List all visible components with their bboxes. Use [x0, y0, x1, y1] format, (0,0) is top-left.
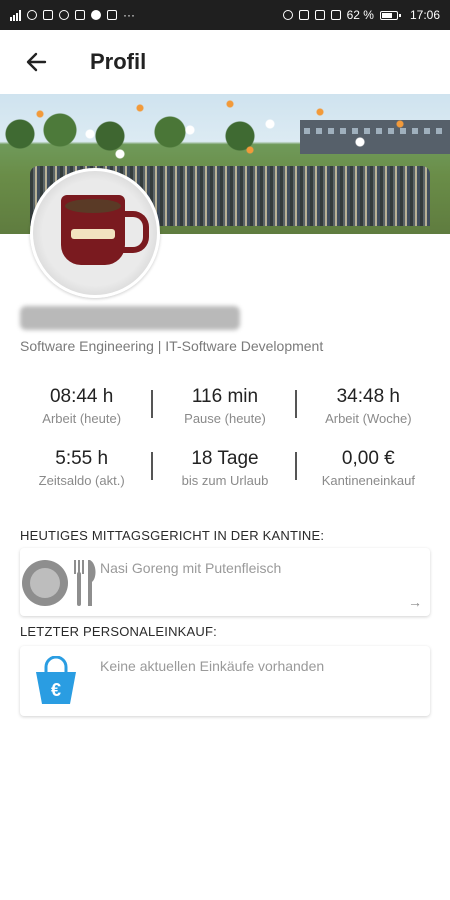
- cutlery-icon: [74, 560, 96, 606]
- hourglass-icon: [43, 10, 53, 20]
- stat-zeitsaldo: 5:55 h Zeitsaldo (akt.): [10, 448, 154, 488]
- stat-label: Zeitsaldo (akt.): [38, 473, 125, 488]
- vibrate-icon: [330, 10, 341, 20]
- svg-text:€: €: [51, 680, 61, 700]
- stat-value: 0,00 €: [341, 448, 395, 469]
- stat-value: 18 Tage: [191, 448, 259, 469]
- shopping-card[interactable]: € Keine aktuellen Einkäufe vorhanden: [20, 646, 430, 716]
- stat-label: Arbeit (Woche): [325, 411, 412, 426]
- arrow-right-icon: →: [408, 594, 422, 610]
- stat-value: 34:48 h: [336, 386, 401, 407]
- stat-value: 5:55 h: [55, 448, 109, 469]
- nfc-icon: [298, 10, 309, 20]
- battery-icon: [379, 10, 401, 20]
- app-bar: Profil: [0, 30, 450, 94]
- wifi-icon: [27, 10, 37, 20]
- plate-icon: [22, 560, 68, 606]
- status-icons-right: 62 % 17:06: [282, 8, 440, 22]
- lunch-section-title: HEUTIGES MITTAGSGERICHT IN DER KANTINE:: [20, 528, 325, 543]
- page-title: Profil: [90, 49, 147, 74]
- bluetooth-icon: [314, 10, 325, 20]
- arrow-left-icon: [26, 52, 47, 72]
- stat-arbeit-heute: 08:44 h Arbeit (heute): [10, 386, 154, 426]
- shopping-bag-euro-icon: €: [36, 656, 76, 704]
- stat-arbeit-woche: 34:48 h Arbeit (Woche): [297, 386, 440, 426]
- avatar[interactable]: [30, 168, 160, 298]
- lunch-dish: Nasi Goreng mit Putenfleisch: [100, 560, 282, 576]
- stat-urlaub: 18 Tage bis zum Urlaub: [153, 448, 297, 488]
- stat-label: Pause (heute): [184, 411, 266, 426]
- clock: 17:06: [409, 8, 440, 22]
- stat-value: 08:44 h: [49, 386, 114, 407]
- status-icons-left: ···: [10, 8, 135, 22]
- shopping-section-title: LETZTER PERSONALEINKAUF:: [20, 624, 217, 639]
- calendar-icon: [75, 10, 85, 20]
- status-bar: ··· 62 % 17:06: [0, 0, 450, 30]
- back-button[interactable]: [22, 48, 50, 76]
- battery-percent: 62 %: [346, 8, 374, 22]
- stat-pause-heute: 116 min Pause (heute): [153, 386, 297, 426]
- stat-label: Kantineneinkauf: [321, 473, 415, 488]
- lunch-card[interactable]: Nasi Goreng mit Putenfleisch →: [20, 548, 430, 616]
- profile-name-blurred: [20, 306, 240, 330]
- department-label: Software Engineering | IT-Software Devel…: [20, 338, 324, 354]
- google-icon: [91, 10, 101, 20]
- stat-label: Arbeit (heute): [42, 411, 122, 426]
- stats-row-1: 08:44 h Arbeit (heute) 116 min Pause (he…: [10, 386, 440, 426]
- stats-row-2: 5:55 h Zeitsaldo (akt.) 18 Tage bis zum …: [10, 448, 440, 488]
- whatsapp-icon: [59, 10, 69, 20]
- shopping-empty-text: Keine aktuellen Einkäufe vorhanden: [100, 658, 325, 674]
- news-icon: [107, 10, 117, 20]
- stat-label: bis zum Urlaub: [181, 473, 269, 488]
- stat-kantine: 0,00 € Kantineneinkauf: [297, 448, 440, 488]
- more-notifications-icon: ···: [123, 8, 135, 22]
- signal-icon: [10, 9, 21, 21]
- eye-icon: [282, 10, 293, 20]
- stat-value: 116 min: [191, 386, 259, 407]
